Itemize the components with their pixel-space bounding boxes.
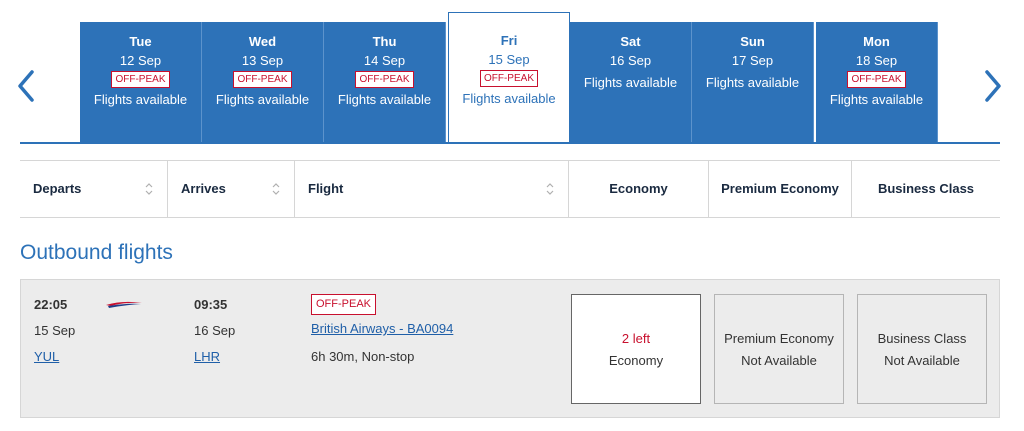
date-tab-sun[interactable]: Sun 17 Sep Flights available	[692, 22, 814, 142]
date-day: Sat	[620, 34, 641, 49]
flight-column-header[interactable]: Flight	[294, 161, 568, 217]
next-dates-button[interactable]	[981, 68, 1005, 104]
sort-icon	[546, 182, 554, 196]
cabin-label: Premium Economy	[724, 331, 834, 346]
cabin-label: Business Class	[877, 331, 967, 346]
business-label: Business Class	[877, 181, 975, 196]
arrive-airport-link[interactable]: LHR	[194, 349, 220, 364]
departs-column-header[interactable]: Departs	[20, 161, 167, 217]
date-status: Flights available	[462, 91, 556, 106]
date-day: Fri	[500, 33, 518, 48]
date-status: Flights available	[93, 92, 188, 107]
carousel-underline	[20, 142, 1000, 144]
date-tab-mon[interactable]: Mon 18 Sep OFF-PEAK Flights available	[816, 22, 938, 142]
date-day: Thu	[372, 34, 397, 49]
chevron-left-icon	[18, 70, 34, 102]
off-peak-badge: OFF-PEAK	[355, 71, 414, 88]
off-peak-badge: OFF-PEAK	[479, 70, 538, 87]
availability-status: Not Available	[741, 353, 817, 368]
availability-status: Not Available	[884, 353, 960, 368]
date-date: 14 Sep	[363, 53, 406, 68]
business-column-header: Business Class	[851, 161, 1000, 217]
date-tab-tue[interactable]: Tue 12 Sep OFF-PEAK Flights available	[80, 22, 202, 142]
depart-time: 22:05	[34, 297, 68, 312]
seats-left: 2 left	[621, 331, 651, 346]
arrives-label: Arrives	[181, 181, 226, 196]
date-status: Flights available	[583, 75, 678, 90]
date-date: 16 Sep	[609, 53, 652, 68]
results-table-header: Departs Arrives Flight Economy Premium E…	[20, 160, 1000, 218]
date-status: Flights available	[829, 92, 924, 107]
economy-fare-button[interactable]: 2 left Economy	[571, 294, 701, 404]
sort-icon	[272, 182, 280, 196]
depart-date: 15 Sep	[34, 323, 76, 338]
sort-icon	[145, 182, 153, 196]
premium-economy-label: Premium Economy	[721, 181, 839, 196]
departs-label: Departs	[33, 181, 82, 196]
date-day: Sun	[740, 34, 765, 49]
economy-label: Economy	[609, 181, 668, 196]
cabin-label: Economy	[608, 353, 664, 368]
off-peak-badge: OFF-PEAK	[311, 294, 377, 315]
date-carousel: Tue 12 Sep OFF-PEAK Flights available We…	[0, 0, 1024, 146]
date-tab-fri-selected[interactable]: Fri 15 Sep OFF-PEAK Flights available	[448, 12, 570, 144]
economy-column-header: Economy	[568, 161, 708, 217]
off-peak-badge: OFF-PEAK	[111, 71, 170, 88]
date-date: 12 Sep	[119, 53, 162, 68]
chevron-right-icon	[985, 70, 1001, 102]
date-day: Tue	[129, 34, 152, 49]
off-peak-badge: OFF-PEAK	[847, 71, 906, 88]
arrive-date: 16 Sep	[194, 323, 236, 338]
date-tab-thu[interactable]: Thu 14 Sep OFF-PEAK Flights available	[324, 22, 446, 142]
date-date: 13 Sep	[241, 53, 284, 68]
date-date: 18 Sep	[855, 53, 898, 68]
depart-airport-link[interactable]: YUL	[34, 349, 59, 364]
date-status: Flights available	[705, 75, 800, 90]
date-date: 17 Sep	[731, 53, 774, 68]
british-airways-logo-icon	[106, 301, 142, 308]
flight-row: 22:05 15 Sep YUL 09:35 16 Sep LHR OFF-PE…	[20, 279, 1000, 418]
date-tab-wed[interactable]: Wed 13 Sep OFF-PEAK Flights available	[202, 22, 324, 142]
flight-number-link[interactable]: British Airways - BA0094	[311, 321, 453, 336]
outbound-flights-title: Outbound flights	[20, 241, 173, 264]
arrive-time: 09:35	[194, 297, 228, 312]
date-day: Wed	[248, 34, 277, 49]
business-fare-box: Business Class Not Available	[857, 294, 987, 404]
previous-dates-button[interactable]	[14, 68, 38, 104]
arrives-column-header[interactable]: Arrives	[167, 161, 294, 217]
premium-economy-column-header: Premium Economy	[708, 161, 851, 217]
date-date: 15 Sep	[488, 52, 530, 67]
date-status: Flights available	[215, 92, 310, 107]
date-status: Flights available	[337, 92, 432, 107]
flight-duration: 6h 30m, Non-stop	[311, 349, 415, 364]
off-peak-badge: OFF-PEAK	[233, 71, 292, 88]
premium-economy-fare-box: Premium Economy Not Available	[714, 294, 844, 404]
flight-label: Flight	[308, 181, 344, 196]
date-tab-sat[interactable]: Sat 16 Sep Flights available	[570, 22, 692, 142]
date-day: Mon	[863, 34, 890, 49]
